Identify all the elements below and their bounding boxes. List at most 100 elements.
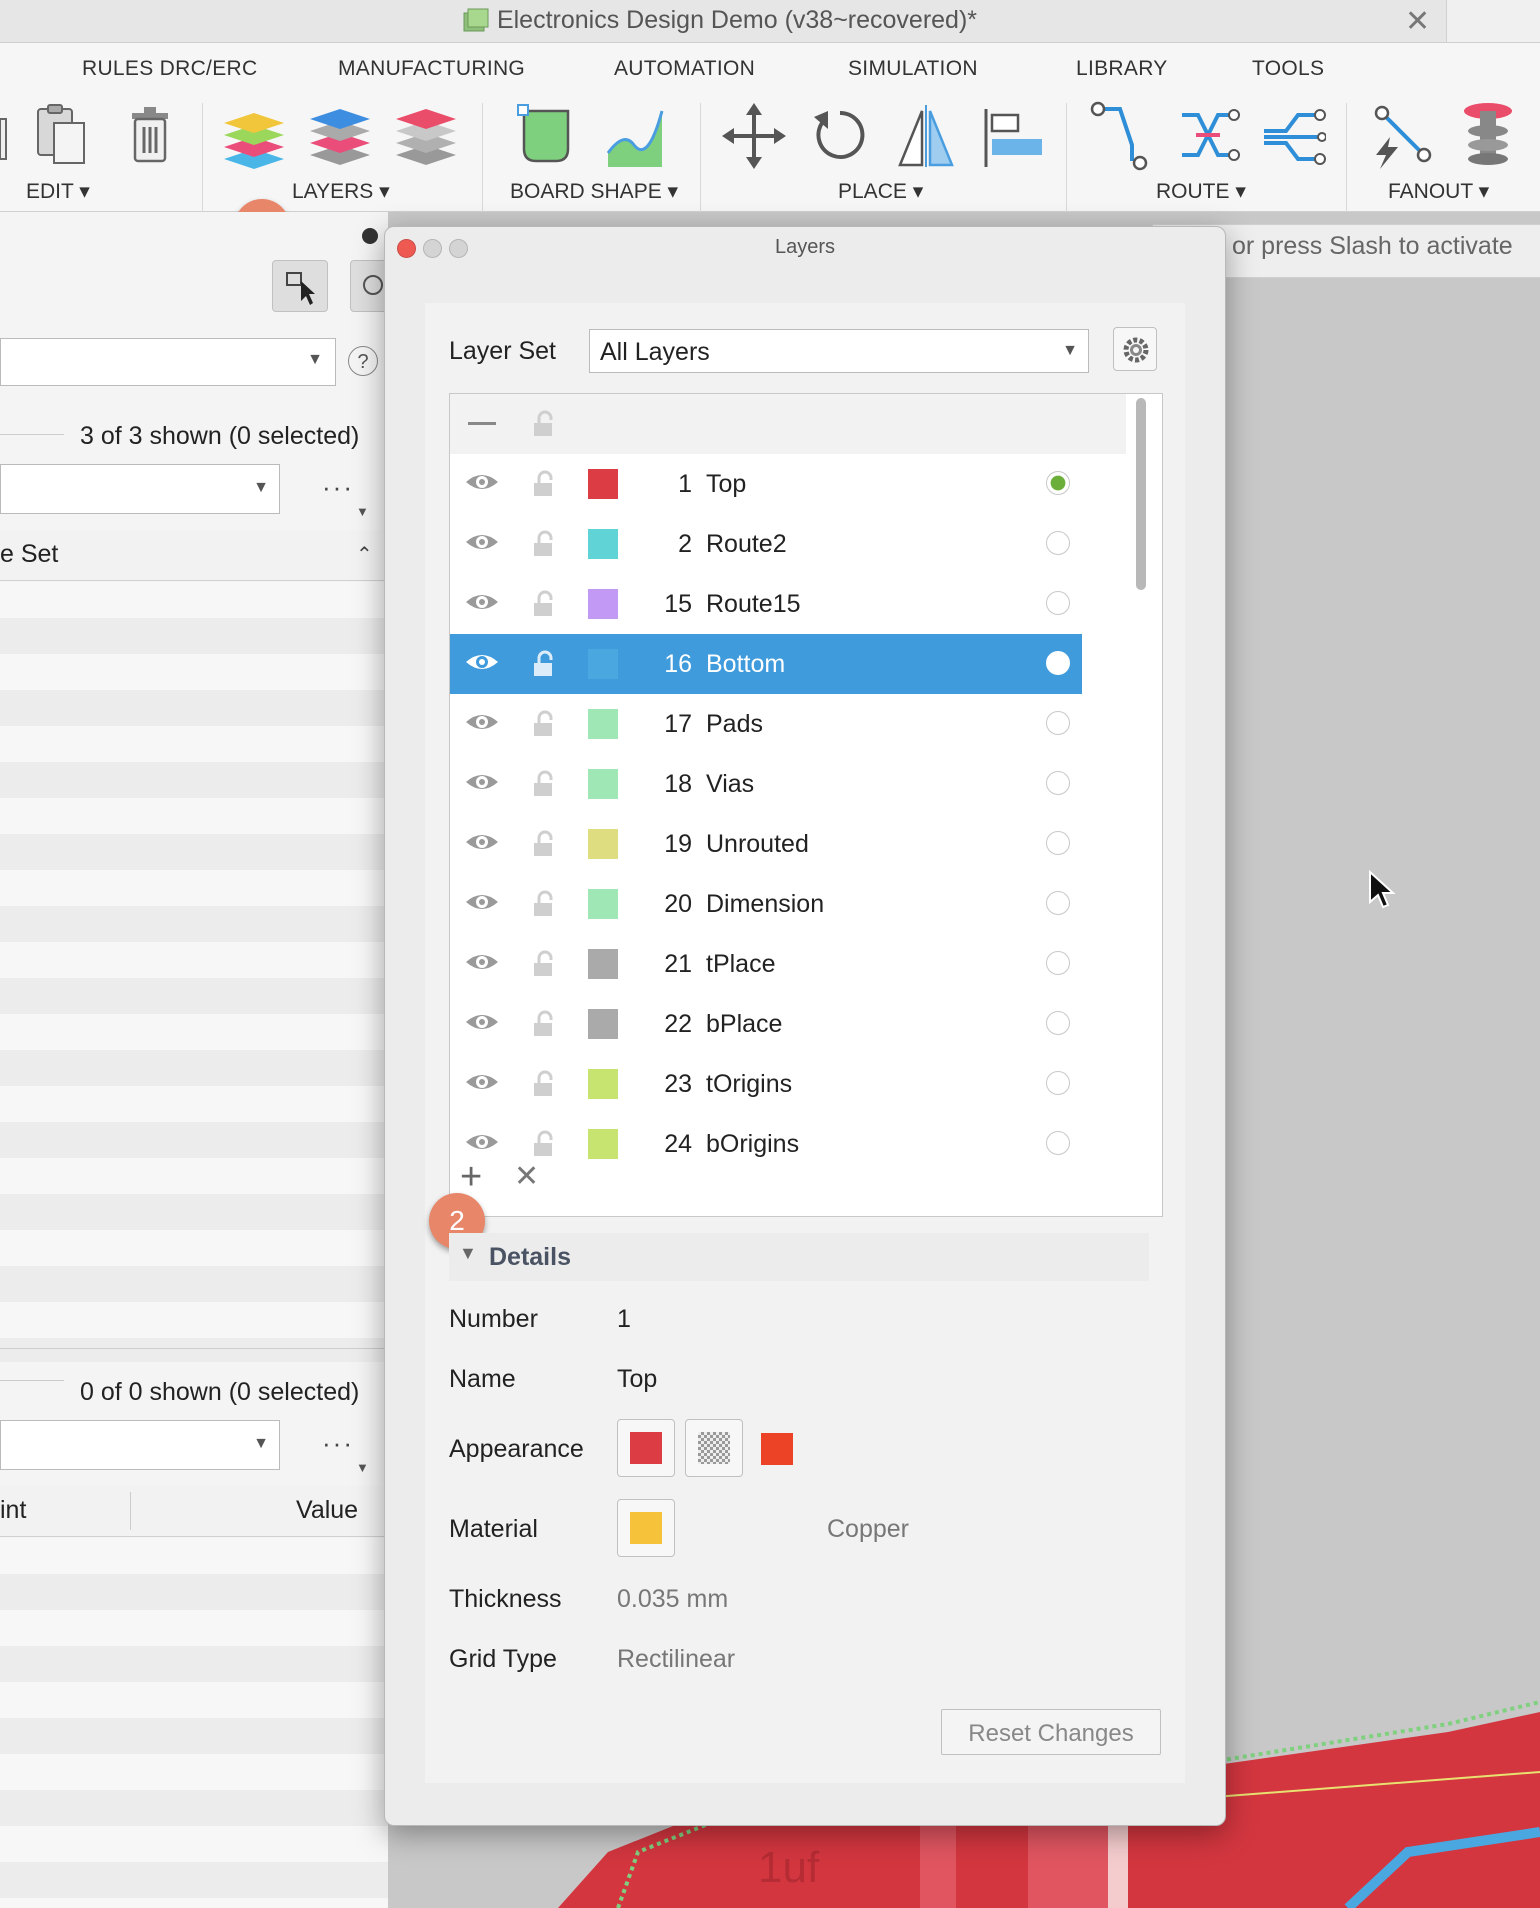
lock-all-icon[interactable] [530,410,558,438]
close-icon[interactable]: ✕ [1405,4,1430,39]
panel-collapse-icon[interactable] [362,228,378,244]
edit-tool-partial-icon[interactable] [0,105,10,165]
eye-icon[interactable] [464,828,500,856]
lock-icon[interactable] [530,470,558,498]
layer-row[interactable]: 22 bPlace [450,994,1082,1054]
route-icon[interactable] [1090,101,1154,171]
eye-icon[interactable] [464,768,500,796]
lock-icon[interactable] [530,590,558,618]
active-layer-radio[interactable] [1046,531,1070,555]
appearance-color-button[interactable] [617,1419,675,1477]
layer-color-swatch[interactable] [588,709,618,739]
tab-simulation[interactable]: SIMULATION [848,57,978,81]
board-outline-icon[interactable] [516,101,580,171]
layer-color-swatch[interactable] [588,1129,618,1159]
more-options-icon[interactable]: ··· [322,1428,354,1459]
select-tool-button[interactable] [272,260,328,312]
active-layer-radio[interactable] [1046,471,1070,495]
eye-icon[interactable] [464,1008,500,1036]
layer-row[interactable]: 20 Dimension [450,874,1082,934]
layer-row[interactable]: 23 tOrigins [450,1054,1082,1114]
column-header[interactable]: e Set ⌃ [0,530,388,581]
board-curve-icon[interactable] [604,101,668,171]
lock-icon[interactable] [530,1070,558,1098]
lock-icon[interactable] [530,890,558,918]
active-layer-radio[interactable] [1046,771,1070,795]
lock-icon[interactable] [530,1010,558,1038]
layer-row[interactable]: 19 Unrouted [450,814,1082,874]
layers-menu[interactable]: LAYERS ▾ [292,179,390,204]
bus-route-icon[interactable] [1262,101,1326,171]
active-layer-radio[interactable] [1046,591,1070,615]
layer-row[interactable]: 24 bOrigins [450,1114,1082,1174]
top-list-dropdown[interactable]: ▼ [0,464,280,514]
layer-color-swatch[interactable] [588,589,618,619]
move-icon[interactable] [722,101,786,171]
layer-row[interactable]: 18 Vias [450,754,1082,814]
add-layer-icon[interactable]: + [460,1158,482,1196]
layer-settings-button[interactable] [1113,327,1157,371]
reset-changes-button[interactable]: Reset Changes [941,1709,1161,1755]
lock-icon[interactable] [530,1130,558,1158]
layer-set-dropdown[interactable]: All Layers ▼ [589,329,1089,373]
rotate-icon[interactable] [808,101,872,171]
paste-icon[interactable] [32,101,96,171]
layer-row[interactable]: 15 Route15 [450,574,1082,634]
lock-icon[interactable] [530,770,558,798]
more-options-icon[interactable]: ··· [322,472,354,503]
layer-color-swatch[interactable] [588,529,618,559]
material-color-button[interactable] [617,1499,675,1557]
appearance-pattern-button[interactable] [685,1419,743,1477]
eye-icon[interactable] [464,948,500,976]
layer-color-swatch[interactable] [588,829,618,859]
eye-icon[interactable] [464,528,500,556]
help-icon[interactable]: ? [348,346,378,376]
toggle-all-visibility-icon[interactable] [468,422,496,425]
tab-rules-drc-erc[interactable]: RULES DRC/ERC [82,57,257,81]
tab-automation[interactable]: AUTOMATION [614,57,755,81]
layer-color-swatch[interactable] [588,649,618,679]
delete-icon[interactable] [118,101,182,171]
active-layer-radio[interactable] [1046,891,1070,915]
board-shape-menu[interactable]: BOARD SHAPE ▾ [510,179,678,204]
remove-layer-icon[interactable]: ✕ [514,1160,539,1194]
eye-icon[interactable] [464,1068,500,1096]
layer-color-swatch[interactable] [588,769,618,799]
lock-icon[interactable] [530,830,558,858]
lock-icon[interactable] [530,710,558,738]
place-menu[interactable]: PLACE ▾ [838,179,923,204]
fanout-via-icon[interactable] [1456,101,1520,171]
eye-icon[interactable] [464,708,500,736]
eye-icon[interactable] [464,588,500,616]
layer-color-swatch[interactable] [588,949,618,979]
layer-row[interactable]: 17 Pads [450,694,1082,754]
active-layer-radio[interactable] [1046,1131,1070,1155]
layer-row[interactable]: 2 Route2 [450,514,1082,574]
lock-icon[interactable] [530,530,558,558]
active-layer-radio[interactable] [1046,1011,1070,1035]
lock-icon[interactable] [530,650,558,678]
bottom-column-header[interactable]: int Value [0,1486,388,1537]
eye-icon[interactable] [464,888,500,916]
eye-icon[interactable] [464,648,500,676]
layers-stack-icon[interactable] [308,103,372,173]
layer-row[interactable]: 16 Bottom [450,634,1082,694]
tab-library[interactable]: LIBRARY [1076,57,1168,81]
layers-colored-icon[interactable] [222,103,286,173]
tab-manufacturing[interactable]: MANUFACTURING [338,57,525,81]
layers-stack-red-icon[interactable] [394,103,458,173]
filter-dropdown[interactable]: ▼ [0,338,336,386]
active-layer-radio[interactable] [1046,1071,1070,1095]
fanout-menu[interactable]: FANOUT ▾ [1388,179,1489,204]
layer-row[interactable]: 21 tPlace [450,934,1082,994]
layer-row[interactable]: 1 Top [450,454,1082,514]
edit-menu[interactable]: EDIT ▾ [26,179,90,204]
layer-color-swatch[interactable] [588,1069,618,1099]
ripup-icon[interactable] [1370,101,1434,171]
differential-pair-icon[interactable] [1176,101,1240,171]
layer-color-swatch[interactable] [588,469,618,499]
route-menu[interactable]: ROUTE ▾ [1156,179,1246,204]
tab-tools[interactable]: TOOLS [1252,57,1324,81]
eye-icon[interactable] [464,468,500,496]
active-layer-radio[interactable] [1046,951,1070,975]
